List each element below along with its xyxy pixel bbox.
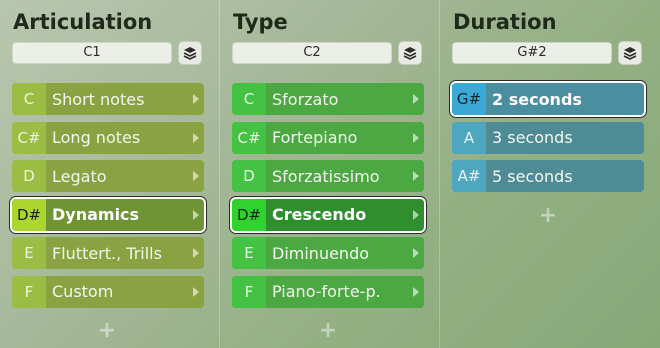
plus-icon: +	[318, 318, 338, 343]
type-column: Type C2 C Sforzato C# Fortepiano D Sforz…	[219, 0, 439, 348]
key-label: D#	[232, 198, 266, 231]
layers-button[interactable]	[178, 41, 202, 65]
column-title: Type	[233, 10, 288, 34]
mapping-row: C1	[12, 41, 207, 65]
duration-list: G# 2 seconds A 3 seconds A# 5 seconds	[452, 83, 648, 193]
chevron-right-icon[interactable]	[188, 122, 204, 154]
list-item[interactable]: E Diminuendo	[232, 237, 424, 270]
list-item[interactable]: A 3 seconds	[452, 121, 644, 154]
chevron-right-icon[interactable]	[188, 276, 204, 308]
key-label: D	[12, 160, 46, 193]
list-item[interactable]: F Piano-forte-p.	[232, 275, 424, 308]
list-item[interactable]: C# Long notes	[12, 121, 204, 154]
list-item[interactable]: E Fluttert., Trills	[12, 237, 204, 270]
key-label: A#	[452, 160, 486, 193]
key-label: F	[12, 275, 46, 308]
keyswitch-columns: Articulation C1 C Short notes C# Long no…	[0, 0, 660, 348]
chevron-right-icon[interactable]	[188, 83, 204, 115]
list-item[interactable]: A# 5 seconds	[452, 160, 644, 193]
item-label: Short notes	[52, 89, 145, 109]
column-title: Articulation	[13, 10, 153, 34]
item-label: Sforzatissimo	[272, 166, 380, 186]
layers-icon	[183, 47, 197, 60]
mapping-row: C2	[232, 41, 427, 65]
keyswitch-root-field[interactable]: C2	[232, 42, 392, 64]
key-label: E	[232, 237, 266, 270]
mapping-row: G#2	[452, 41, 648, 65]
keyswitch-root-field[interactable]: C1	[12, 42, 172, 64]
item-label: Crescendo	[272, 205, 367, 225]
key-label: C#	[12, 121, 46, 154]
layers-icon	[623, 47, 637, 60]
item-label: Fortepiano	[272, 128, 358, 148]
duration-column: Duration G#2 G# 2 seconds A 3 seconds A#…	[439, 0, 660, 348]
chevron-right-icon[interactable]	[408, 122, 424, 154]
list-item-selected[interactable]: D# Dynamics	[12, 198, 204, 231]
list-item[interactable]: F Custom	[12, 275, 204, 308]
item-label: Dynamics	[52, 205, 140, 225]
key-label: G#	[452, 83, 486, 115]
item-label: 2 seconds	[492, 89, 582, 109]
item-label: Piano-forte-p.	[272, 282, 381, 302]
item-label: Long notes	[52, 128, 141, 148]
key-label: A	[452, 121, 486, 154]
chevron-right-icon[interactable]	[408, 276, 424, 308]
key-label: D#	[12, 198, 46, 231]
chevron-right-icon[interactable]	[408, 160, 424, 192]
add-articulation-button[interactable]: +	[97, 318, 117, 343]
keyswitch-root-field[interactable]: G#2	[452, 42, 612, 64]
item-label: Custom	[52, 282, 114, 302]
list-item[interactable]: C Sforzato	[232, 83, 424, 115]
key-label: E	[12, 237, 46, 270]
item-label: 5 seconds	[492, 166, 573, 186]
list-item[interactable]: C Short notes	[12, 83, 204, 115]
item-label: 3 seconds	[492, 128, 573, 148]
key-label: C#	[232, 121, 266, 154]
type-list: C Sforzato C# Fortepiano D Sforzatissimo…	[232, 83, 427, 308]
list-item[interactable]: D Sforzatissimo	[232, 160, 424, 193]
key-label: F	[232, 275, 266, 308]
key-label: C	[12, 83, 46, 115]
chevron-right-icon[interactable]	[188, 237, 204, 269]
item-label: Diminuendo	[272, 243, 370, 263]
list-item[interactable]: C# Fortepiano	[232, 121, 424, 154]
add-type-button[interactable]: +	[318, 318, 338, 343]
item-label: Sforzato	[272, 89, 339, 109]
articulation-list: C Short notes C# Long notes D Legato D# …	[12, 83, 207, 308]
plus-icon: +	[538, 203, 558, 228]
layers-button[interactable]	[618, 41, 642, 65]
key-label: D	[232, 160, 266, 193]
chevron-right-icon[interactable]	[408, 237, 424, 269]
item-label: Fluttert., Trills	[52, 243, 162, 263]
add-duration-button[interactable]: +	[538, 203, 558, 228]
list-item-selected[interactable]: G# 2 seconds	[452, 83, 644, 115]
column-title: Duration	[453, 10, 557, 34]
chevron-right-icon[interactable]	[188, 199, 204, 231]
layers-button[interactable]	[398, 41, 422, 65]
plus-icon: +	[97, 318, 117, 343]
chevron-right-icon[interactable]	[188, 160, 204, 192]
articulation-column: Articulation C1 C Short notes C# Long no…	[0, 0, 219, 348]
chevron-right-icon[interactable]	[408, 83, 424, 115]
list-item-selected[interactable]: D# Crescendo	[232, 198, 424, 231]
key-label: C	[232, 83, 266, 115]
layers-icon	[403, 47, 417, 60]
item-label: Legato	[52, 166, 107, 186]
list-item[interactable]: D Legato	[12, 160, 204, 193]
chevron-right-icon[interactable]	[408, 199, 424, 231]
